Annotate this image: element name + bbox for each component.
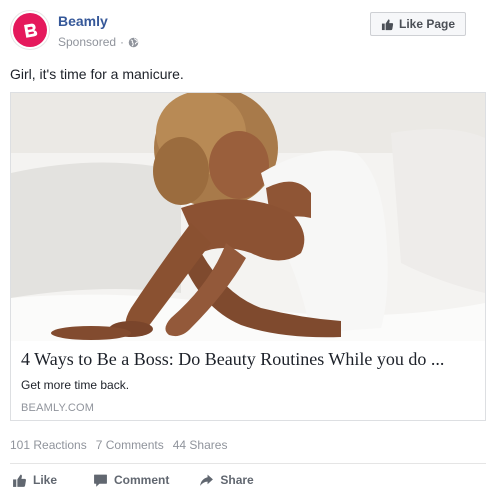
link-preview-card[interactable]: 4 Ways to Be a Boss: Do Beauty Routines … xyxy=(10,92,486,421)
comment-button[interactable]: Comment xyxy=(93,473,169,488)
link-domain: BEAMLY.COM xyxy=(21,402,95,414)
beamly-logo-icon xyxy=(13,13,47,47)
meta-separator: · xyxy=(120,35,125,49)
like-page-label: Like Page xyxy=(398,17,456,31)
actions-divider xyxy=(10,463,486,464)
engagement-stats: 101 Reactions 7 Comments 44 Shares xyxy=(10,438,227,452)
post-actions: Like Comment Share xyxy=(10,470,254,490)
post-message: Girl, it's time for a manicure. xyxy=(10,66,184,82)
globe-icon[interactable] xyxy=(128,37,139,48)
like-label: Like xyxy=(33,473,58,487)
sponsored-post: Beamly Sponsored · Like Page Girl, it's … xyxy=(0,0,494,495)
comments-count[interactable]: 7 Comments xyxy=(96,438,164,452)
comment-label: Comment xyxy=(114,473,170,487)
link-preview-body[interactable]: 4 Ways to Be a Boss: Do Beauty Routines … xyxy=(11,341,485,420)
shares-count[interactable]: 44 Shares xyxy=(173,438,228,452)
thumbs-up-icon xyxy=(13,474,26,487)
comment-icon xyxy=(94,474,107,487)
link-title[interactable]: 4 Ways to Be a Boss: Do Beauty Routines … xyxy=(21,349,477,370)
link-description: Get more time back. xyxy=(21,378,130,392)
link-preview-image[interactable] xyxy=(11,93,485,341)
share-button[interactable]: Share xyxy=(199,473,254,488)
sponsored-label[interactable]: Sponsored xyxy=(58,35,116,49)
page-avatar[interactable] xyxy=(10,10,50,50)
thumbs-up-icon xyxy=(381,18,394,30)
share-label: Share xyxy=(220,473,254,487)
post-meta: Sponsored · xyxy=(58,35,139,49)
share-icon xyxy=(200,474,214,486)
like-page-button[interactable]: Like Page xyxy=(370,12,466,36)
page-name-link[interactable]: Beamly xyxy=(58,13,108,29)
reactions-count[interactable]: 101 Reactions xyxy=(10,438,87,452)
like-button[interactable]: Like xyxy=(12,473,57,488)
